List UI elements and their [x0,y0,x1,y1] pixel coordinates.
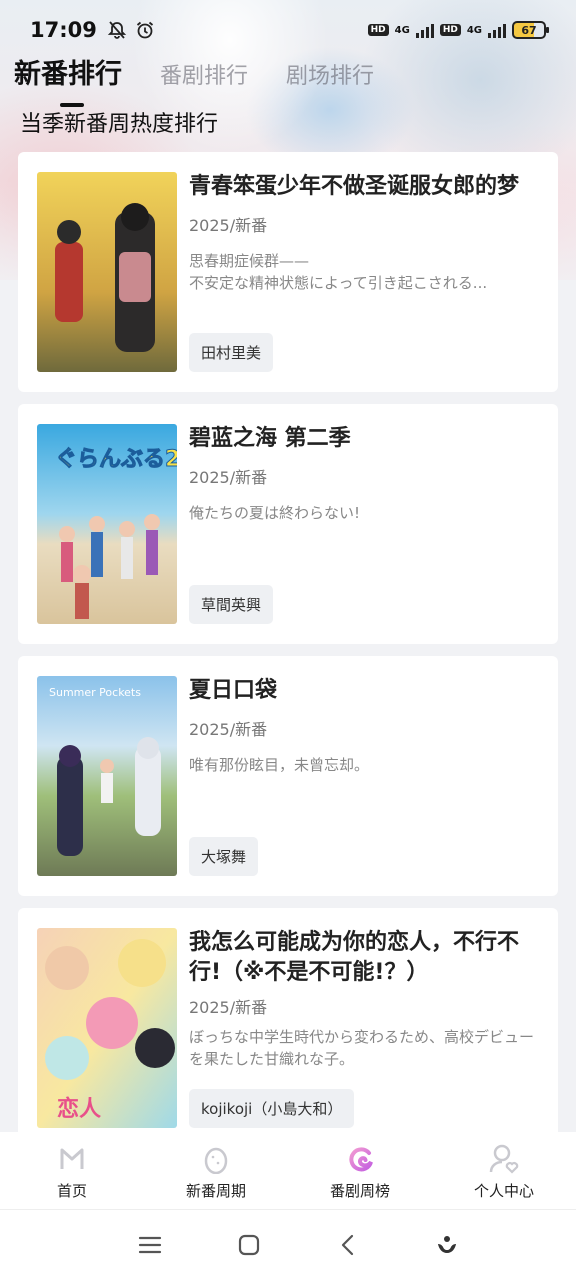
anime-season: 2025/新番 [189,720,268,739]
anime-title: 我怎么可能成为你的恋人，不行不行!（※不是不可能!？） [189,930,520,985]
signal-strength-icon [415,22,434,38]
anime-poster: ぐらんぶる2 [37,424,177,624]
tab-theater-ranking[interactable]: 剧场排行 [286,58,374,90]
status-left-icons [107,20,155,40]
anime-tag[interactable]: 草間英興 [189,585,274,624]
battery-level: 67 [521,23,537,37]
svg-text:恋人: 恋人 [57,1096,101,1122]
battery-icon: 67 [512,21,549,39]
assistant-icon[interactable] [427,1225,467,1265]
menu-icon[interactable] [130,1225,170,1265]
nav-label: 个人中心 [473,1182,534,1200]
section-title: 当季新番周热度排行 [20,112,219,137]
anime-tag[interactable]: 大塚舞 [189,837,259,876]
nav-weekly-ranking[interactable]: 番剧周榜 [288,1132,432,1209]
anime-list: 青春笨蛋少年不做圣诞服女郎的梦 2025/新番 思春期症候群—— 不安定な精神状… [18,152,558,1160]
hd-badge-2: HD [439,24,461,36]
user-heart-icon [487,1142,521,1176]
tab-new-anime-ranking[interactable]: 新番排行 [14,52,122,107]
home-square-icon[interactable] [229,1225,269,1265]
anime-info: 碧蓝之海 第二季 2025/新番 俺たちの夏は終わらない! 草間英興 [189,424,540,624]
svg-text:Summer Pockets: Summer Pockets [49,686,141,699]
swirl-icon [343,1142,377,1176]
system-navigation-bar [0,1210,576,1280]
mute-bell-icon [107,21,127,39]
svg-text:ぐらんぶる2: ぐらんぶる2 [55,447,177,472]
anime-card[interactable]: Summer Pockets 夏日口袋 2025/新番 唯有那份眩目，未曾忘却。… [18,656,558,896]
bottom-navigation: 首页 新番周期 番剧周榜 个人中心 [0,1132,576,1210]
anime-poster [37,172,177,372]
nav-profile[interactable]: 个人中心 [432,1132,576,1209]
home-m-icon [55,1142,89,1176]
anime-description: 思春期症候群—— 不安定な精神状態によって引き起こされる... [189,252,488,292]
status-bar: 17:09 HD 4G HD 4G 67 [0,0,576,60]
tab-anime-ranking[interactable]: 番剧排行 [160,58,248,90]
anime-poster: Summer Pockets [37,676,177,876]
nav-label: 首页 [56,1182,87,1200]
anime-description: 俺たちの夏は終わらない! [189,504,361,522]
anime-description: 唯有那份眩目，未曾忘却。 [189,756,370,774]
status-time: 17:09 [30,18,97,42]
network-type-1: 4G [394,24,410,36]
anime-card[interactable]: 青春笨蛋少年不做圣诞服女郎的梦 2025/新番 思春期症候群—— 不安定な精神状… [18,152,558,392]
nav-home[interactable]: 首页 [0,1132,144,1209]
ranking-tabs: 新番排行 番剧排行 剧场排行 [14,52,412,107]
nav-label: 番剧周榜 [329,1182,390,1200]
anime-info: 我怎么可能成为你的恋人，不行不行!（※不是不可能!？） 2025/新番 ぼっちな… [189,928,540,1128]
anime-title: 夏日口袋 [189,678,278,703]
alarm-icon [136,21,153,39]
anime-info: 夏日口袋 2025/新番 唯有那份眩目，未曾忘却。 大塚舞 [189,676,540,876]
signal-strength-icon-2 [488,22,506,38]
anime-season: 2025/新番 [189,998,268,1017]
anime-season: 2025/新番 [189,468,268,487]
egg-icon [199,1142,233,1176]
anime-card[interactable]: ぐらんぶる2 碧蓝之海 第二季 2025/新番 俺たちの夏は終わらない! 草間英… [18,404,558,644]
network-type-2: 4G [466,24,482,36]
nav-new-anime-schedule[interactable]: 新番周期 [144,1132,288,1209]
anime-tag[interactable]: kojikoji（小島大和） [189,1089,355,1128]
nav-label: 新番周期 [185,1182,246,1200]
status-right: HD 4G HD 4G 67 [367,21,549,39]
anime-card[interactable]: 恋人 我怎么可能成为你的恋人，不行不行!（※不是不可能!？） 2025/新番 ぼ… [18,908,558,1148]
anime-season: 2025/新番 [189,216,268,235]
anime-description: ぼっちな中学生時代から変わるため、高校デビューを果たした甘織れな子。 [189,1028,535,1068]
anime-title: 碧蓝之海 第二季 [189,426,351,451]
anime-info: 青春笨蛋少年不做圣诞服女郎的梦 2025/新番 思春期症候群—— 不安定な精神状… [189,172,540,372]
hd-badge-1: HD [367,24,389,36]
anime-poster: 恋人 [37,928,177,1128]
back-icon[interactable] [328,1225,368,1265]
anime-title: 青春笨蛋少年不做圣诞服女郎的梦 [189,174,520,199]
anime-tag[interactable]: 田村里美 [189,333,274,372]
